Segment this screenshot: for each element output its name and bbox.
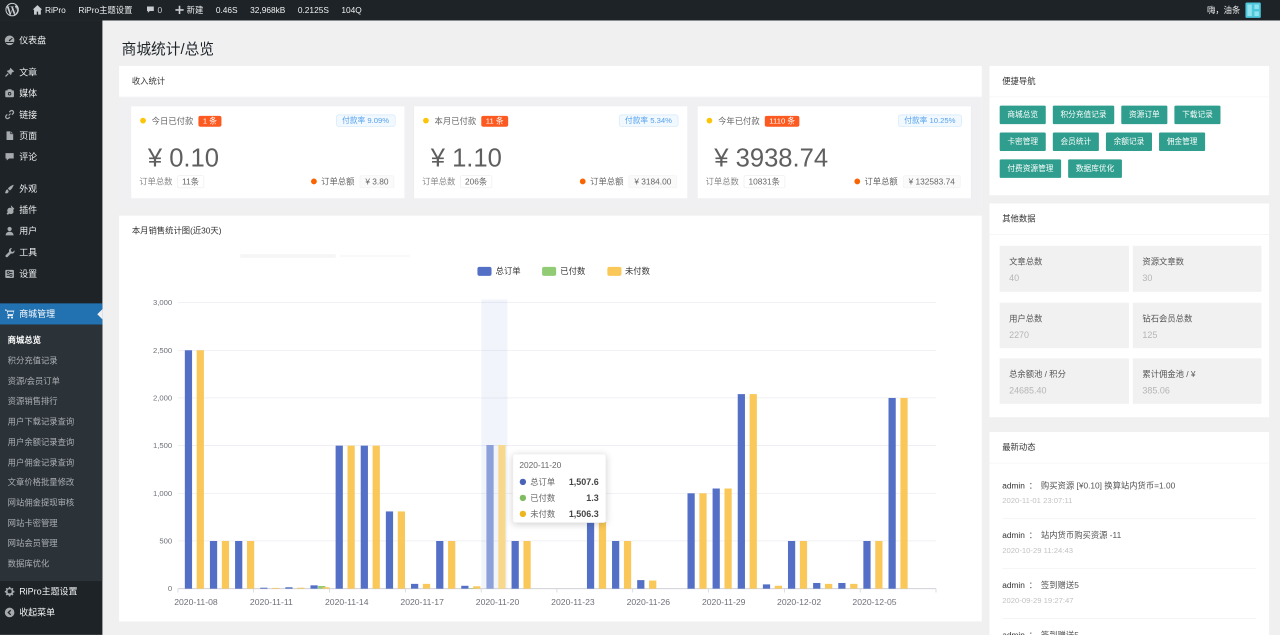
svg-text:2020-11-26: 2020-11-26 [627,597,671,607]
svg-text:2,000: 2,000 [153,394,172,403]
svg-text:2020-11-29: 2020-11-29 [702,597,746,607]
svg-text:3,000: 3,000 [153,298,172,307]
svg-text:2020-12-05: 2020-12-05 [852,597,896,607]
svg-text:2,500: 2,500 [153,346,172,355]
svg-text:0: 0 [168,584,172,593]
svg-text:2020-11-08: 2020-11-08 [174,597,218,607]
svg-text:1,000: 1,000 [153,489,172,498]
svg-text:2020-11-14: 2020-11-14 [325,597,369,607]
svg-text:1,500: 1,500 [153,441,172,450]
svg-text:2020-11-17: 2020-11-17 [400,597,444,607]
svg-text:2020-11-23: 2020-11-23 [551,597,595,607]
svg-text:2020-11-20: 2020-11-20 [476,597,520,607]
svg-text:2020-11-11: 2020-11-11 [250,597,293,607]
svg-text:500: 500 [159,537,172,546]
svg-text:2020-12-02: 2020-12-02 [777,597,821,607]
